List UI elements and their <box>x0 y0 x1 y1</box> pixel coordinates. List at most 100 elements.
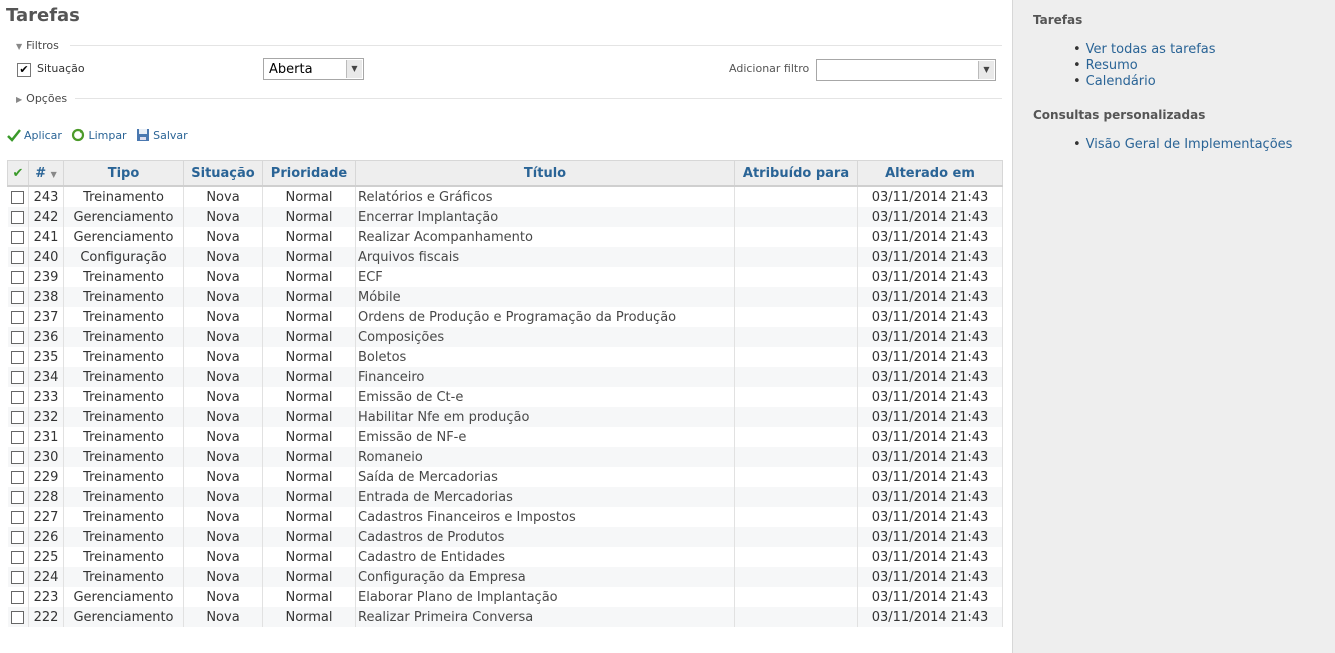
titulo-cell[interactable]: Encerrar Implantação <box>355 207 735 227</box>
titulo-cell[interactable]: Elaborar Plano de Implantação <box>355 587 735 607</box>
row-select-checkbox[interactable] <box>11 450 25 464</box>
column-header-atribuido[interactable]: Atribuído para <box>734 160 858 187</box>
table-row[interactable]: 223 Gerenciamento Nova Normal Elaborar Plano… <box>7 587 1003 607</box>
issue-id-cell[interactable]: 229 <box>28 467 64 487</box>
table-row[interactable]: 238 Treinamento Nova Normal Móbile 03/11/2014… <box>7 287 1003 307</box>
table-row[interactable]: 229 Treinamento Nova Normal Saída de Mercado… <box>7 467 1003 487</box>
situacao-filter-checkbox[interactable]: ✔ <box>17 63 31 77</box>
row-select-checkbox[interactable] <box>11 330 25 344</box>
table-row[interactable]: 242 Gerenciamento Nova Normal Encerrar Impla… <box>7 207 1003 227</box>
issue-id-cell[interactable]: 231 <box>28 427 64 447</box>
titulo-cell[interactable]: Cadastros Financeiros e Impostos <box>355 507 735 527</box>
table-row[interactable]: 233 Treinamento Nova Normal Emissão de Ct-e 0… <box>7 387 1003 407</box>
row-select-checkbox[interactable] <box>11 490 25 504</box>
row-select-checkbox[interactable] <box>11 310 25 324</box>
issue-id-cell[interactable]: 234 <box>28 367 64 387</box>
issue-id-cell[interactable]: 233 <box>28 387 64 407</box>
titulo-cell[interactable]: Móbile <box>355 287 735 307</box>
row-select-checkbox[interactable] <box>11 390 25 404</box>
situacao-operator-select[interactable]: Aberta ▼ <box>263 58 364 80</box>
table-row[interactable]: 232 Treinamento Nova Normal Habilitar Nfe em… <box>7 407 1003 427</box>
row-select-checkbox[interactable] <box>11 290 25 304</box>
issue-id-cell[interactable]: 225 <box>28 547 64 567</box>
column-header-titulo[interactable]: Título <box>355 160 735 187</box>
titulo-cell[interactable]: Emissão de NF-e <box>355 427 735 447</box>
sidebar-link-visao-geral[interactable]: Visão Geral de Implementações <box>1086 137 1293 152</box>
issue-id-cell[interactable]: 241 <box>28 227 64 247</box>
issue-id-cell[interactable]: 239 <box>28 267 64 287</box>
table-row[interactable]: 241 Gerenciamento Nova Normal Realizar Acomp… <box>7 227 1003 247</box>
titulo-cell[interactable]: Cadastro de Entidades <box>355 547 735 567</box>
table-row[interactable]: 224 Treinamento Nova Normal Configuração da … <box>7 567 1003 587</box>
row-select-checkbox[interactable] <box>11 570 25 584</box>
issue-id-cell[interactable]: 228 <box>28 487 64 507</box>
issue-id-cell[interactable]: 227 <box>28 507 64 527</box>
titulo-cell[interactable]: Saída de Mercadorias <box>355 467 735 487</box>
titulo-cell[interactable]: Realizar Acompanhamento <box>355 227 735 247</box>
titulo-cell[interactable]: Composições <box>355 327 735 347</box>
table-row[interactable]: 225 Treinamento Nova Normal Cadastro de Enti… <box>7 547 1003 567</box>
table-row[interactable]: 226 Treinamento Nova Normal Cadastros de Pro… <box>7 527 1003 547</box>
row-select-checkbox[interactable] <box>11 430 25 444</box>
row-select-checkbox[interactable] <box>11 370 25 384</box>
titulo-cell[interactable]: Cadastros de Produtos <box>355 527 735 547</box>
row-select-checkbox[interactable] <box>11 470 25 484</box>
issue-id-cell[interactable]: 238 <box>28 287 64 307</box>
issue-id-cell[interactable]: 242 <box>28 207 64 227</box>
row-select-checkbox[interactable] <box>11 530 25 544</box>
column-header-alterado[interactable]: Alterado em <box>857 160 1003 187</box>
column-header-id[interactable]: # ▼ <box>28 160 64 187</box>
column-header-situacao[interactable]: Situação <box>183 160 263 187</box>
row-select-checkbox[interactable] <box>11 250 25 264</box>
table-row[interactable]: 230 Treinamento Nova Normal Romaneio 03/11/20… <box>7 447 1003 467</box>
column-header-tipo[interactable]: Tipo <box>63 160 184 187</box>
save-button[interactable]: Salvar <box>136 129 188 142</box>
add-filter-select[interactable]: ▼ <box>816 59 996 81</box>
titulo-cell[interactable]: ECF <box>355 267 735 287</box>
issue-id-cell[interactable]: 232 <box>28 407 64 427</box>
table-row[interactable]: 222 Gerenciamento Nova Normal Realizar Prime… <box>7 607 1003 627</box>
table-row[interactable]: 239 Treinamento Nova Normal ECF 03/11/2014 21… <box>7 267 1003 287</box>
sidebar-link-ver-todas[interactable]: Ver todas as tarefas <box>1086 42 1216 57</box>
filters-legend[interactable]: ▼ Filtros <box>16 39 59 52</box>
row-select-checkbox[interactable] <box>11 510 25 524</box>
options-legend[interactable]: ▶ Opções <box>16 92 67 105</box>
sidebar-link-calendario[interactable]: Calendário <box>1086 74 1156 89</box>
titulo-cell[interactable]: Ordens de Produção e Programação da Prod… <box>355 307 735 327</box>
issue-id-cell[interactable]: 237 <box>28 307 64 327</box>
row-select-checkbox[interactable] <box>11 550 25 564</box>
row-select-checkbox[interactable] <box>11 350 25 364</box>
issue-id-cell[interactable]: 236 <box>28 327 64 347</box>
toggle-all-checkbox[interactable]: ✔ <box>7 160 29 187</box>
titulo-cell[interactable]: Romaneio <box>355 447 735 467</box>
table-row[interactable]: 234 Treinamento Nova Normal Financeiro 03/11/… <box>7 367 1003 387</box>
clear-button[interactable]: Limpar <box>71 128 130 142</box>
titulo-cell[interactable]: Habilitar Nfe em produção <box>355 407 735 427</box>
titulo-cell[interactable]: Configuração da Empresa <box>355 567 735 587</box>
column-header-prioridade[interactable]: Prioridade <box>262 160 356 187</box>
row-select-checkbox[interactable] <box>11 610 25 624</box>
issue-id-cell[interactable]: 243 <box>28 186 64 207</box>
titulo-cell[interactable]: Relatórios e Gráficos <box>355 186 735 207</box>
row-select-checkbox[interactable] <box>11 210 25 224</box>
row-select-checkbox[interactable] <box>11 270 25 284</box>
issue-id-cell[interactable]: 240 <box>28 247 64 267</box>
issue-id-cell[interactable]: 226 <box>28 527 64 547</box>
sidebar-link-resumo[interactable]: Resumo <box>1086 58 1138 73</box>
issue-id-cell[interactable]: 222 <box>28 607 64 627</box>
table-row[interactable]: 240 Configuração Nova Normal Arquivos fiscai… <box>7 247 1003 267</box>
titulo-cell[interactable]: Emissão de Ct-e <box>355 387 735 407</box>
titulo-cell[interactable]: Arquivos fiscais <box>355 247 735 267</box>
table-row[interactable]: 228 Treinamento Nova Normal Entrada de Merca… <box>7 487 1003 507</box>
titulo-cell[interactable]: Boletos <box>355 347 735 367</box>
row-select-checkbox[interactable] <box>11 230 25 244</box>
titulo-cell[interactable]: Entrada de Mercadorias <box>355 487 735 507</box>
titulo-cell[interactable]: Financeiro <box>355 367 735 387</box>
issue-id-cell[interactable]: 230 <box>28 447 64 467</box>
table-row[interactable]: 243 Treinamento Nova Normal Relatórios e Grá… <box>7 186 1003 207</box>
table-row[interactable]: 236 Treinamento Nova Normal Composições 03/11… <box>7 327 1003 347</box>
titulo-cell[interactable]: Realizar Primeira Conversa <box>355 607 735 627</box>
row-select-checkbox[interactable] <box>11 410 25 424</box>
row-select-checkbox[interactable] <box>11 190 25 204</box>
table-row[interactable]: 231 Treinamento Nova Normal Emissão de NF-e 0… <box>7 427 1003 447</box>
